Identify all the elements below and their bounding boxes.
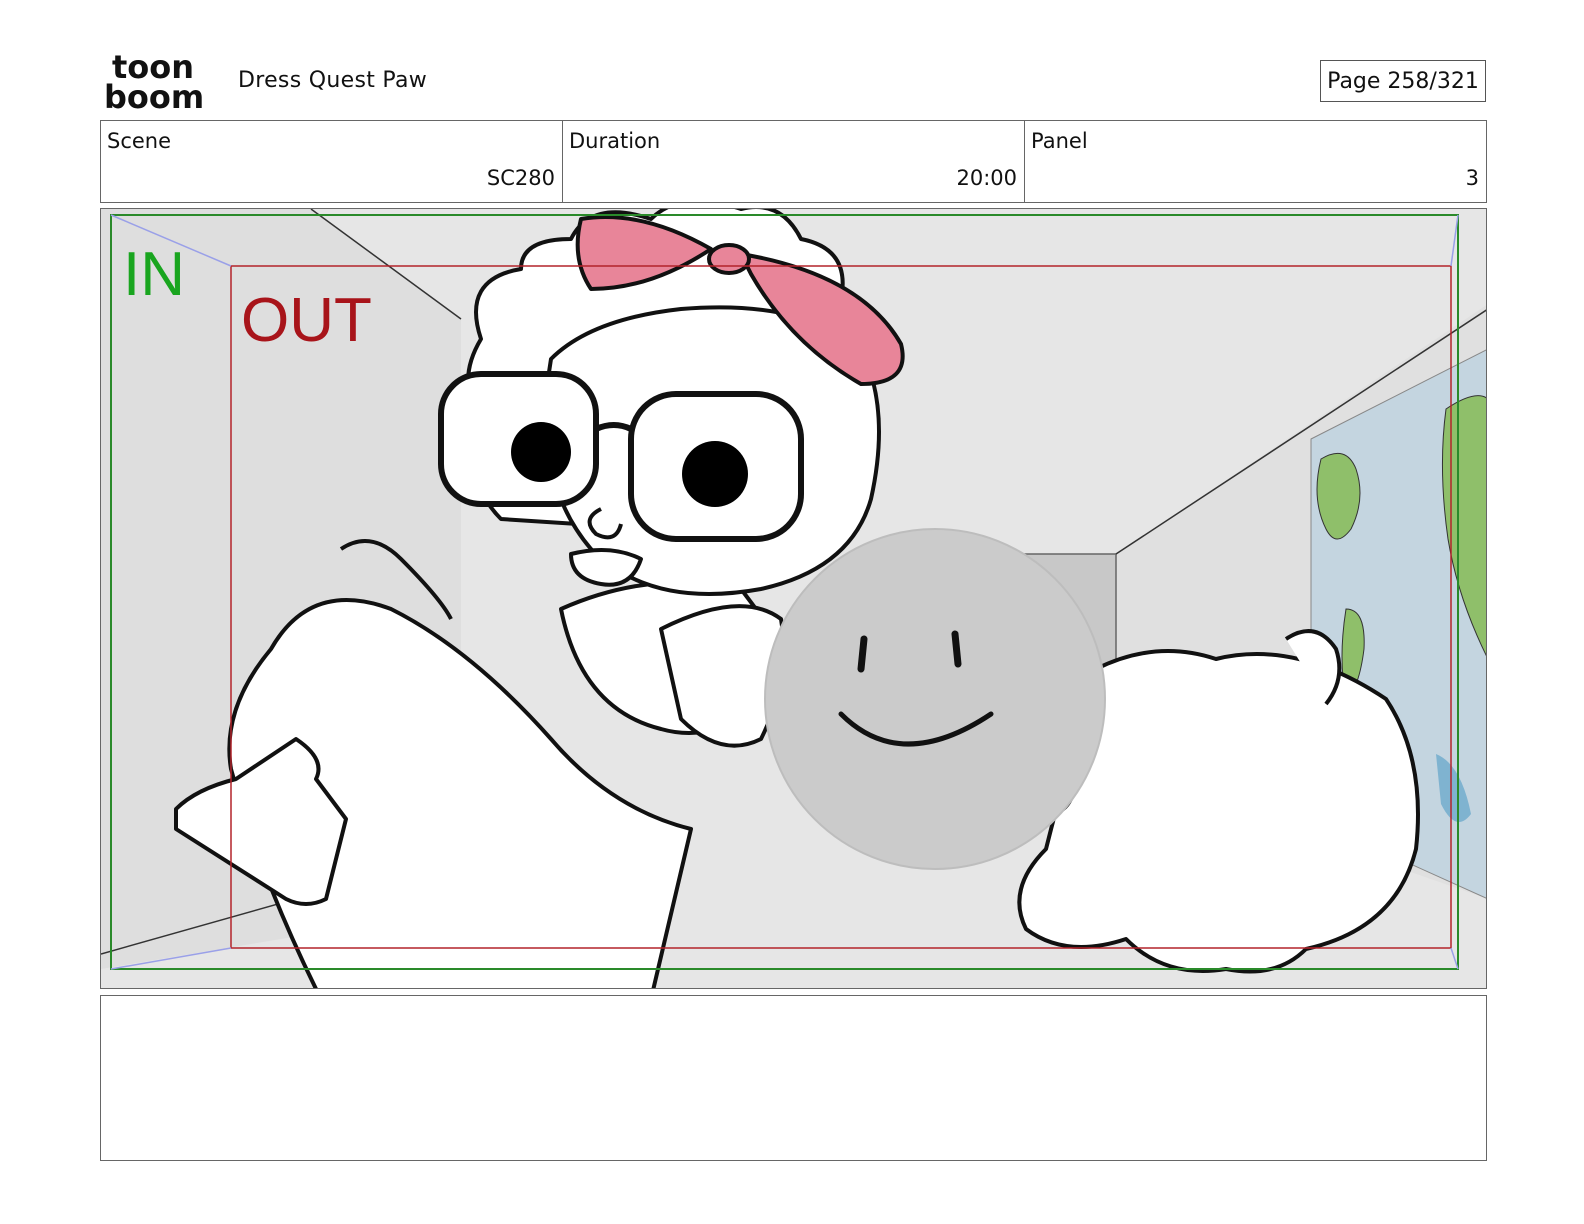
info-row: Scene SC280 Duration 20:00 Panel 3 xyxy=(100,120,1487,203)
smiley-face-disk xyxy=(764,528,1106,870)
panel-value: 3 xyxy=(1465,166,1479,190)
logo-line-2: boom xyxy=(104,78,204,112)
scene-value: SC280 xyxy=(486,166,555,190)
panel-cell: Panel 3 xyxy=(1025,121,1486,202)
storyboard-panel: IN OUT xyxy=(100,208,1487,989)
duration-cell: Duration 20:00 xyxy=(563,121,1025,202)
panel-label: Panel xyxy=(1031,129,1088,153)
duration-label: Duration xyxy=(569,129,661,153)
out-label: OUT xyxy=(241,286,372,355)
toonboom-logo: toon boom xyxy=(104,48,216,116)
page-indicator: Page 258/321 xyxy=(1320,60,1486,102)
panel-drawing: IN OUT xyxy=(101,209,1486,988)
in-label: IN xyxy=(123,240,185,309)
project-title: Dress Quest Paw xyxy=(238,68,428,93)
scene-cell: Scene SC280 xyxy=(101,121,563,202)
scene-label: Scene xyxy=(107,129,172,153)
notes-box xyxy=(100,995,1487,1161)
duration-value: 20:00 xyxy=(956,166,1017,190)
